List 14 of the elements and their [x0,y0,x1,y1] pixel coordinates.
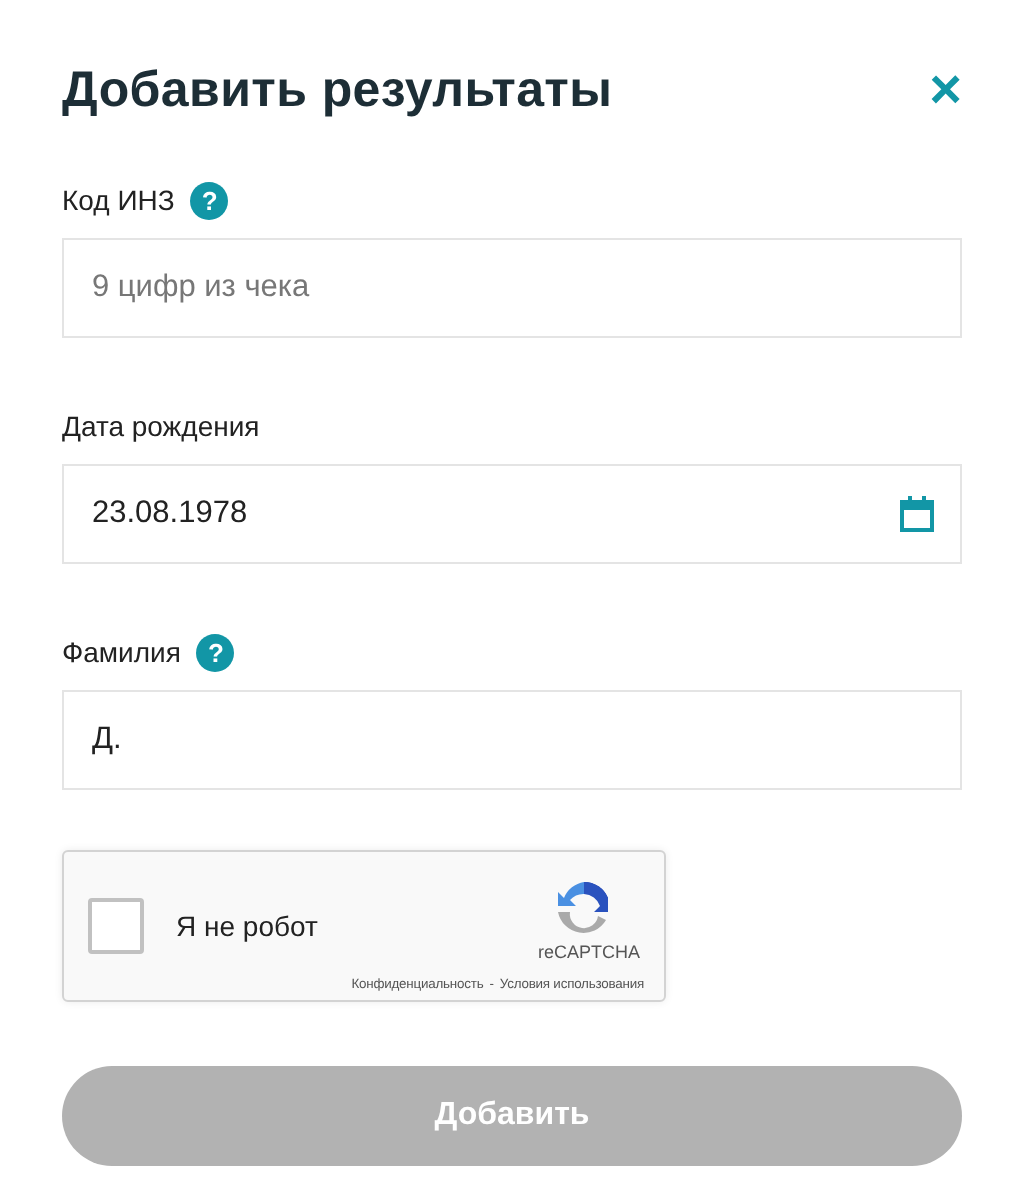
captcha-checkbox[interactable] [88,898,144,954]
field-label: Фамилия [62,634,181,672]
calendar-icon[interactable] [900,496,934,532]
input-field[interactable]: Д. [62,690,962,790]
captcha-label: Я не робот [176,907,320,946]
help-icon[interactable]: ? [190,182,229,220]
close-button[interactable]: × [929,62,962,118]
input-field[interactable]: 9 цифр из чека [62,238,962,338]
help-icon[interactable]: ? [196,634,235,672]
field-label: Код ИНЗ [62,182,175,220]
recaptcha-brand: reCAPTCHA [537,940,640,967]
input-field[interactable]: 23.08.1978 [62,464,962,564]
dialog-title: Добавить результаты [62,60,613,120]
field-label: Дата рождения [62,408,260,446]
